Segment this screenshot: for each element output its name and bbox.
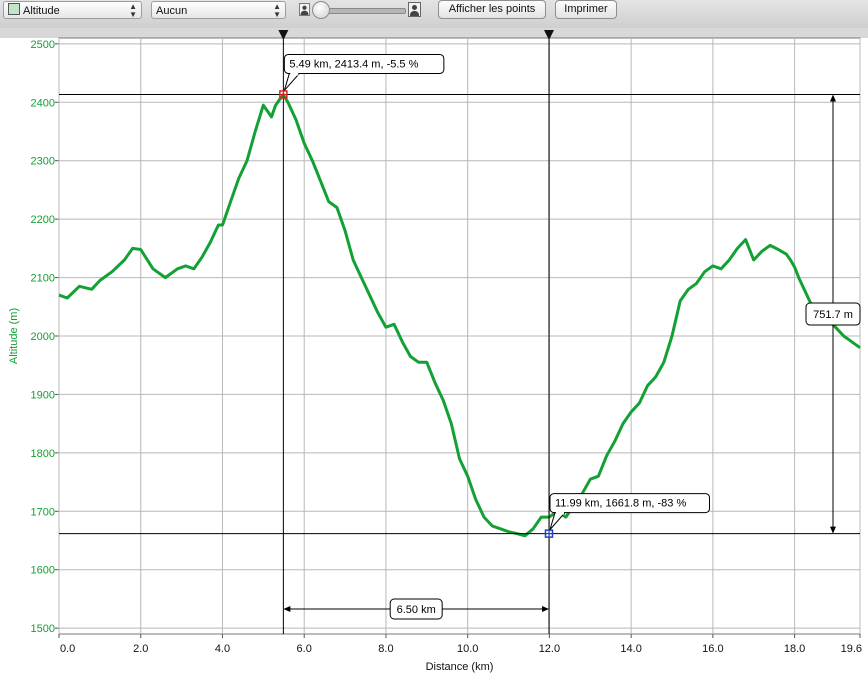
- y-tick-label: 2100: [31, 273, 55, 285]
- altitude-chart: 1500 1600 1700 1800 1900 2000 2100 2200 2300 2400…: [0, 28, 868, 673]
- grid: [55, 37, 861, 638]
- show-points-button[interactable]: Afficher les points: [438, 0, 546, 19]
- x-tick-label: 2.0: [133, 643, 148, 655]
- series-select-label: Altitude: [23, 5, 60, 17]
- x-tick-label: 16.0: [702, 643, 723, 655]
- x-tick-label: 10.0: [457, 643, 478, 655]
- y-tick-label: 2400: [31, 97, 55, 109]
- zoom-in-person-icon[interactable]: [408, 2, 421, 17]
- y-tick-label: 2000: [31, 331, 55, 343]
- y-tick-label: 1500: [31, 623, 55, 635]
- zoom-out-person-icon[interactable]: [298, 3, 311, 16]
- x-tick-label: 18.0: [784, 643, 805, 655]
- secondary-select-label: Aucun: [156, 5, 188, 17]
- x-tick-labels: 0.0 2.0 4.0 6.0 8.0 10.0 12.0 14.0 16.0 18.0 19.6: [60, 643, 862, 655]
- chart-header-strip: [0, 28, 868, 38]
- callout-joint: [555, 510, 564, 515]
- select-arrows-icon: ▲ ▼: [273, 2, 281, 19]
- x-tick-label: 14.0: [620, 643, 641, 655]
- x-tick-label: 0.0: [60, 643, 75, 655]
- marker-label: 5.49 km, 2413.4 m, -5.5 %: [289, 58, 418, 70]
- y-tick-label: 1600: [31, 565, 55, 577]
- y-tick-label: 2500: [31, 39, 55, 51]
- y-tick-label: 2300: [31, 156, 55, 168]
- x-tick-label: 4.0: [215, 643, 230, 655]
- y-axis-label: Altitude (m): [8, 308, 20, 364]
- x-tick-label: 19.6: [841, 643, 862, 655]
- zoom-slider-track[interactable]: [318, 8, 406, 14]
- select-arrows-icon: ▲ ▼: [129, 2, 137, 19]
- distance-label: 6.50 km: [397, 604, 436, 616]
- secondary-select[interactable]: Aucun ▲ ▼: [151, 1, 286, 19]
- x-axis-label: Distance (km): [426, 661, 494, 673]
- series-color-swatch: [8, 3, 20, 15]
- altitude-diff-label: 751.7 m: [813, 309, 853, 321]
- y-tick-label: 2200: [31, 214, 55, 226]
- x-tick-label: 6.0: [297, 643, 312, 655]
- print-button[interactable]: Imprimer: [555, 0, 617, 19]
- zoom-slider-knob[interactable]: [312, 1, 330, 19]
- y-tick-label: 1900: [31, 389, 55, 401]
- x-tick-label: 12.0: [539, 643, 560, 655]
- y-tick-labels: 1500 1600 1700 1800 1900 2000 2100 2200 2300 2400…: [31, 39, 55, 635]
- toolbar: Altitude ▲ ▼ Aucun ▲ ▼ Afficher les points…: [0, 0, 868, 29]
- callout-joint: [290, 71, 299, 76]
- series-select[interactable]: Altitude ▲ ▼: [3, 1, 142, 19]
- marker-label: 11.99 km, 1661.8 m, -83 %: [555, 498, 686, 510]
- x-tick-label: 8.0: [378, 643, 393, 655]
- y-tick-label: 1800: [31, 448, 55, 460]
- y-tick-label: 1700: [31, 506, 55, 518]
